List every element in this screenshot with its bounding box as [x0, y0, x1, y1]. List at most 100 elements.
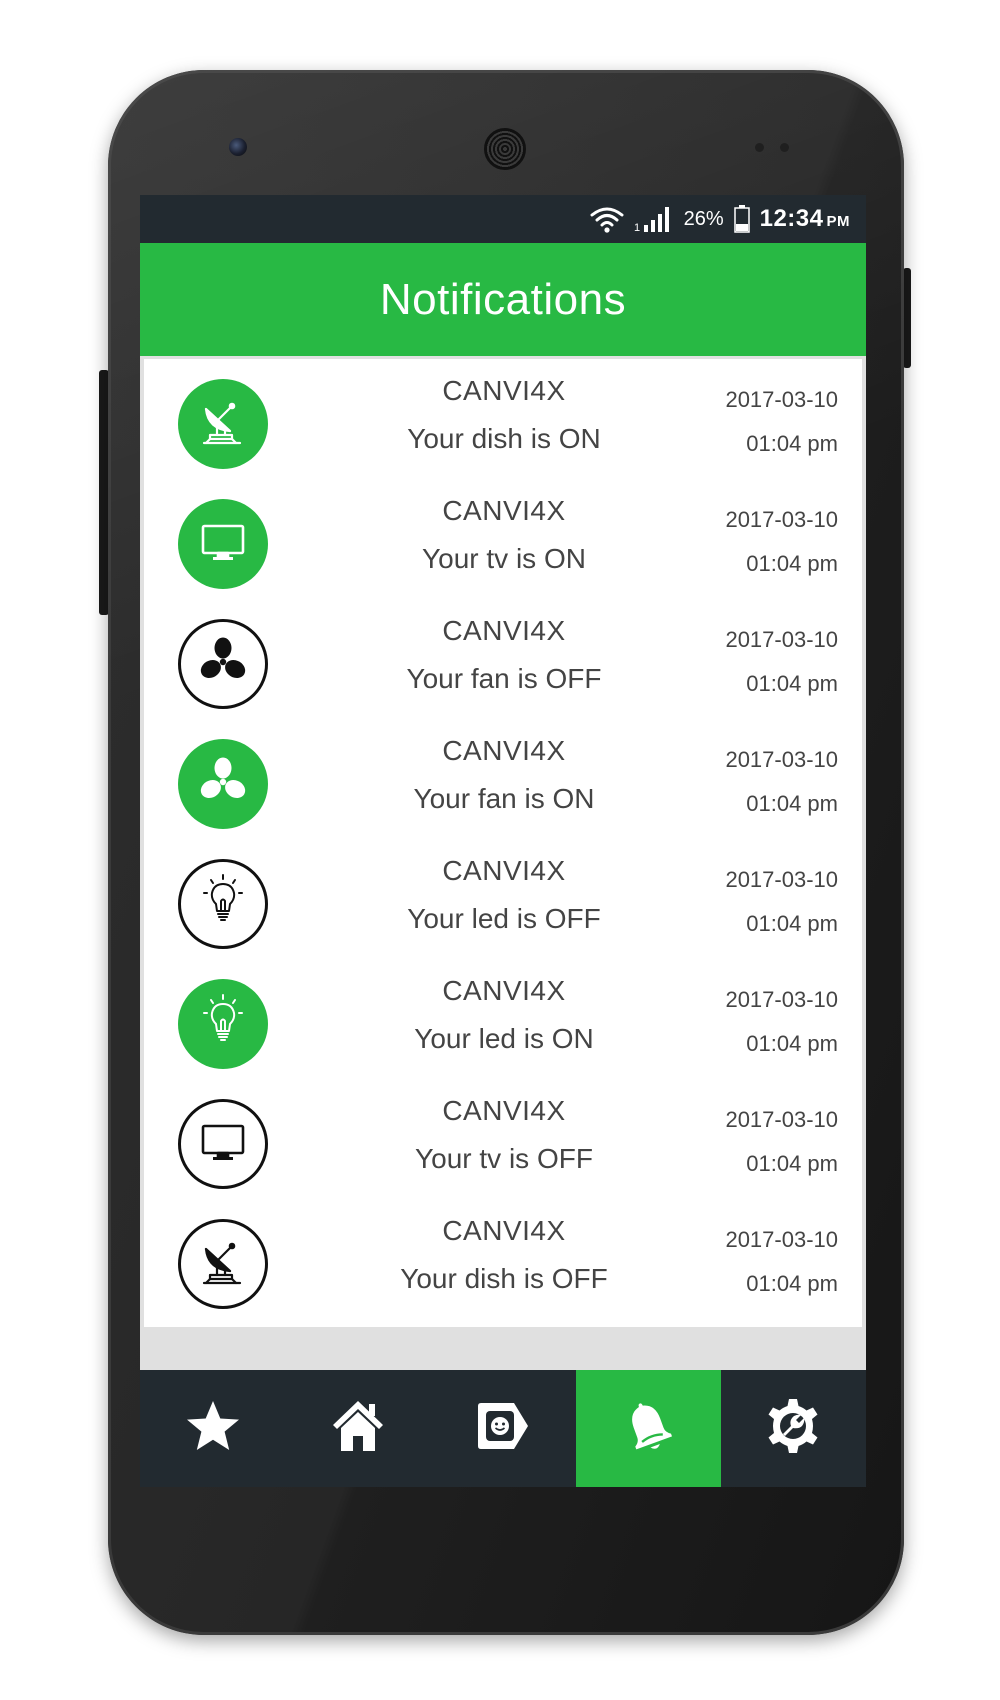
- signal-icon: 1: [634, 207, 669, 233]
- notification-text: CANVI4X Your tv is ON: [344, 495, 664, 575]
- proximity-sensor: [755, 143, 764, 152]
- home-icon: [327, 1395, 389, 1462]
- notification-text: CANVI4X Your dish is ON: [344, 375, 664, 455]
- satellite-dish-icon: [192, 391, 254, 458]
- signal-sub-label: 1: [634, 222, 640, 233]
- notification-row[interactable]: CANVI4X Your led is ON 2017-03-10 01:04 …: [144, 959, 862, 1087]
- notification-text: CANVI4X Your fan is ON: [344, 735, 664, 815]
- notification-app-name: CANVI4X: [442, 1215, 566, 1246]
- bulb-icon: [192, 991, 254, 1058]
- notification-text: CANVI4X Your led is ON: [344, 975, 664, 1055]
- tag-icon: [472, 1395, 534, 1462]
- notification-app-name: CANVI4X: [442, 615, 566, 646]
- clock-time: 12:34: [759, 205, 824, 232]
- clock-ampm: PM: [826, 213, 850, 230]
- nav-bell[interactable]: [575, 1370, 721, 1487]
- device-status-icon: [178, 1099, 268, 1189]
- notification-app-name: CANVI4X: [442, 1095, 566, 1126]
- nav-settings[interactable]: [721, 1370, 866, 1487]
- light-sensor: [780, 143, 789, 152]
- notification-timestamp: 2017-03-10 01:04 pm: [725, 867, 838, 937]
- notification-date: 2017-03-10: [725, 387, 838, 412]
- star-icon: [182, 1395, 244, 1462]
- notification-row[interactable]: CANVI4X Your tv is OFF 2017-03-10 01:04 …: [144, 1079, 862, 1207]
- fan-icon: [192, 631, 254, 698]
- notification-date: 2017-03-10: [725, 1227, 838, 1252]
- notification-time: 01:04 pm: [746, 791, 838, 816]
- power-button: [903, 268, 911, 368]
- notification-timestamp: 2017-03-10 01:04 pm: [725, 987, 838, 1057]
- nav-star[interactable]: [140, 1370, 285, 1487]
- notification-row[interactable]: CANVI4X Your fan is OFF 2017-03-10 01:04…: [144, 599, 862, 727]
- notification-timestamp: 2017-03-10 01:04 pm: [725, 387, 838, 457]
- wifi-icon: [590, 207, 624, 233]
- device-status-icon: [178, 859, 268, 949]
- notification-timestamp: 2017-03-10 01:04 pm: [725, 627, 838, 697]
- device-status-icon: [178, 979, 268, 1069]
- bulb-icon: [192, 871, 254, 938]
- device-status-icon: [178, 1219, 268, 1309]
- notification-text: CANVI4X Your led is OFF: [344, 855, 664, 935]
- notification-message: Your led is OFF: [407, 903, 601, 934]
- notification-row[interactable]: CANVI4X Your led is OFF 2017-03-10 01:04…: [144, 839, 862, 967]
- bell-icon: [617, 1395, 679, 1462]
- clock: 12:34 PM: [760, 205, 850, 233]
- notification-time: 01:04 pm: [746, 671, 838, 696]
- notification-app-name: CANVI4X: [442, 375, 566, 406]
- notification-row[interactable]: CANVI4X Your tv is ON 2017-03-10 01:04 p…: [144, 479, 862, 607]
- notification-date: 2017-03-10: [725, 1107, 838, 1132]
- front-camera: [229, 138, 247, 156]
- notification-timestamp: 2017-03-10 01:04 pm: [725, 747, 838, 817]
- notification-time: 01:04 pm: [746, 1271, 838, 1296]
- notification-message: Your tv is ON: [422, 543, 586, 574]
- notification-date: 2017-03-10: [725, 987, 838, 1012]
- device-status-icon: [178, 739, 268, 829]
- nav-tag[interactable]: [430, 1370, 575, 1487]
- notification-date: 2017-03-10: [725, 867, 838, 892]
- device-status-icon: [178, 379, 268, 469]
- notification-list[interactable]: CANVI4X Your dish is ON 2017-03-10 01:04…: [144, 359, 862, 1359]
- notification-row[interactable]: CANVI4X Your dish is OFF 2017-03-10 01:0…: [144, 1199, 862, 1327]
- notification-message: Your dish is ON: [407, 423, 601, 454]
- notification-row[interactable]: CANVI4X Your dish is ON 2017-03-10 01:04…: [144, 359, 862, 487]
- notification-time: 01:04 pm: [746, 551, 838, 576]
- status-icons: 1 26% 12:34 PM: [590, 203, 850, 235]
- notification-text: CANVI4X Your dish is OFF: [344, 1215, 664, 1295]
- notification-app-name: CANVI4X: [442, 855, 566, 886]
- notification-date: 2017-03-10: [725, 627, 838, 652]
- notification-timestamp: 2017-03-10 01:04 pm: [725, 1107, 838, 1177]
- notification-date: 2017-03-10: [725, 507, 838, 532]
- settings-icon: [762, 1395, 824, 1462]
- battery-icon: [733, 205, 750, 233]
- notification-message: Your tv is OFF: [415, 1143, 593, 1174]
- notification-timestamp: 2017-03-10 01:04 pm: [725, 1227, 838, 1297]
- notification-date: 2017-03-10: [725, 747, 838, 772]
- satellite-dish-icon: [192, 1231, 254, 1298]
- notification-app-name: CANVI4X: [442, 975, 566, 1006]
- notification-time: 01:04 pm: [746, 1031, 838, 1056]
- notification-time: 01:04 pm: [746, 911, 838, 936]
- device-status-icon: [178, 499, 268, 589]
- notification-row[interactable]: CANVI4X Your fan is ON 2017-03-10 01:04 …: [144, 719, 862, 847]
- notification-message: Your fan is ON: [413, 783, 595, 814]
- nav-home[interactable]: [285, 1370, 430, 1487]
- notification-text: CANVI4X Your fan is OFF: [344, 615, 664, 695]
- app-header: Notifications: [140, 243, 866, 356]
- notification-app-name: CANVI4X: [442, 735, 566, 766]
- fan-icon: [192, 751, 254, 818]
- tv-icon: [192, 511, 254, 578]
- bottom-nav: [140, 1370, 866, 1487]
- notification-app-name: CANVI4X: [442, 495, 566, 526]
- phone-screen: 1 26% 12:34 PM Notifications CANVI4X You…: [140, 195, 866, 1487]
- notification-time: 01:04 pm: [746, 431, 838, 456]
- earpiece-speaker: [484, 128, 526, 170]
- page-title: Notifications: [379, 274, 627, 324]
- tv-icon: [192, 1111, 254, 1178]
- status-bar: 1 26% 12:34 PM: [140, 195, 866, 243]
- battery-percent: 26%: [683, 207, 724, 230]
- notification-text: CANVI4X Your tv is OFF: [344, 1095, 664, 1175]
- notification-message: Your led is ON: [414, 1023, 594, 1054]
- device-status-icon: [178, 619, 268, 709]
- notification-timestamp: 2017-03-10 01:04 pm: [725, 507, 838, 577]
- notification-time: 01:04 pm: [746, 1151, 838, 1176]
